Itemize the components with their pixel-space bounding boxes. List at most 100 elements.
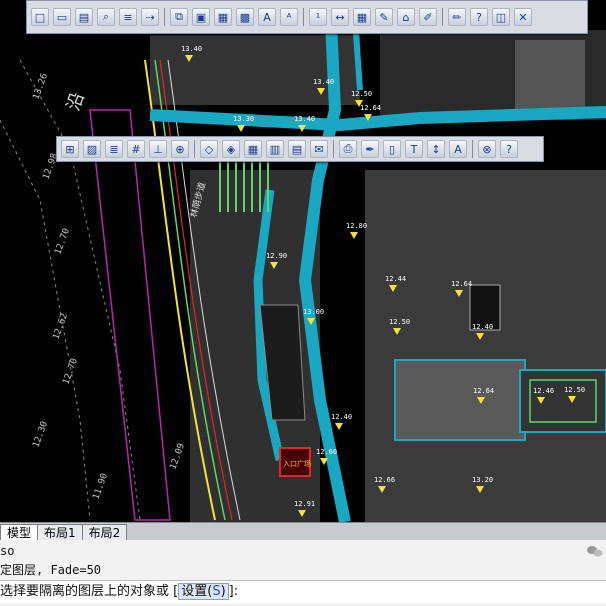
- svg-text:12.40: 12.40: [331, 413, 352, 421]
- option-settings-label: 设置: [181, 584, 208, 599]
- svg-text:12.50: 12.50: [389, 318, 410, 326]
- annotation-icon[interactable]: ✎: [375, 8, 393, 26]
- command-prompt[interactable]: 选择要隔离的图层上的对象或 [设置(S)]:: [0, 580, 606, 603]
- layer-icon[interactable]: ≡: [119, 8, 137, 26]
- rows-icon[interactable]: ▤: [288, 140, 306, 158]
- standard-toolbar: □ ▭ ▤ ⌕ ≡ ⇢ ⧉ ▣ ▦ ▩ Aᴬ ¹ ↔ ▦ ✎ ⌂ ✐ ✏? ◫ ✕: [26, 0, 588, 34]
- height-icon[interactable]: ↕: [427, 140, 445, 158]
- font-a-icon[interactable]: A: [449, 140, 467, 158]
- option-settings[interactable]: 设置(S): [178, 583, 229, 600]
- command-history-line: 定图层, Fade=50: [0, 563, 102, 577]
- prompt-text: 选择要隔离的图层上的对象或 [: [0, 584, 179, 599]
- toolbar-separator: [333, 140, 334, 158]
- toolbar-separator: [472, 140, 473, 158]
- tab-model[interactable]: 模型: [0, 524, 39, 541]
- window-icon[interactable]: ◫: [492, 8, 510, 26]
- contour-label: 11.90: [91, 472, 110, 501]
- snap-icon[interactable]: ⊞: [61, 140, 79, 158]
- drawing-viewport[interactable]: 入口广场 沿 林荫步道 13.26 12.98 12.70 12.62 12.0…: [0, 0, 606, 522]
- toolbar-separator: [164, 8, 165, 26]
- svg-text:13.40: 13.40: [294, 115, 315, 123]
- svg-text:12.66: 12.66: [374, 476, 395, 484]
- svg-text:13.30: 13.30: [233, 115, 254, 123]
- layout-tabs: 模型 布局1 布局2: [0, 522, 606, 541]
- prompt-end: ]:: [228, 584, 239, 599]
- hatch-icon[interactable]: ▨: [83, 140, 101, 158]
- style-icon[interactable]: ¹: [309, 8, 327, 26]
- option-settings-key: S: [212, 584, 221, 599]
- elevation-marker: 12.80: [346, 222, 367, 239]
- command-window: so 定图层, Fade=50 选择要隔离的图层上的对象或 [设置(S)]:: [0, 540, 606, 606]
- cad-drawing[interactable]: 入口广场 沿 林荫步道 13.26 12.98 12.70 12.62 12.0…: [0, 0, 606, 522]
- contour-label: 12.09: [168, 442, 187, 471]
- contour-label: 12.62: [51, 312, 70, 341]
- contour-label: 12.70: [53, 227, 72, 256]
- layer-stack-icon[interactable]: ≣: [105, 140, 123, 158]
- svg-text:12.60: 12.60: [316, 448, 337, 456]
- entrance-box-label: 入口广场: [283, 459, 311, 468]
- elevation-marker: 12.40: [331, 413, 352, 430]
- font-icon[interactable]: ᴬ: [280, 8, 298, 26]
- text-size-icon[interactable]: T: [405, 140, 423, 158]
- dimension-icon[interactable]: ↔: [331, 8, 349, 26]
- svg-text:12.90: 12.90: [266, 252, 287, 260]
- svg-text:12.50: 12.50: [564, 386, 585, 394]
- table-icon[interactable]: ▦: [244, 140, 262, 158]
- table-icon[interactable]: ▦: [353, 8, 371, 26]
- paste-icon[interactable]: ▣: [192, 8, 210, 26]
- columns-icon[interactable]: ▥: [266, 140, 284, 158]
- parking-stalls: [219, 160, 269, 212]
- svg-text:13.40: 13.40: [313, 78, 334, 86]
- svg-text:12.80: 12.80: [346, 222, 367, 230]
- toolbar-separator: [303, 8, 304, 26]
- svg-text:12.64: 12.64: [451, 280, 472, 288]
- boundary-magenta: [89, 109, 171, 521]
- new-icon[interactable]: □: [31, 8, 49, 26]
- osnap-icon[interactable]: ◇: [200, 140, 218, 158]
- svg-text:12.40: 12.40: [472, 323, 493, 331]
- pen-icon[interactable]: ✒: [361, 140, 379, 158]
- svg-text:12.46: 12.46: [533, 387, 554, 395]
- svg-text:12.44: 12.44: [385, 275, 406, 283]
- toolbar-separator: [442, 8, 443, 26]
- properties-icon[interactable]: ▦: [214, 8, 232, 26]
- otrack-icon[interactable]: ◈: [222, 140, 240, 158]
- watermark-logo: [587, 546, 603, 557]
- contour-label: 12.30: [31, 420, 50, 449]
- block-icon[interactable]: ▩: [236, 8, 254, 26]
- print-icon[interactable]: ⎙: [339, 140, 357, 158]
- draw-icon[interactable]: ✐: [419, 8, 437, 26]
- text-icon[interactable]: A: [258, 8, 276, 26]
- command-history-line: so: [0, 544, 15, 558]
- close-icon[interactable]: ✕: [514, 8, 532, 26]
- copy-icon[interactable]: ⧉: [170, 8, 188, 26]
- plaza: [394, 359, 526, 441]
- contour-label: 12.70: [61, 357, 80, 386]
- floating-toolbar: ⊞ ▨ ≣ # ⊥ ⊕ ◇ ◈ ▦ ▥ ▤ ✉ ⎙ ✒ ▯ T ↕ A ⊗?: [56, 136, 544, 162]
- tab-layout2[interactable]: 布局2: [81, 524, 128, 541]
- svg-text:12.91: 12.91: [294, 500, 315, 508]
- open-icon[interactable]: ▭: [53, 8, 71, 26]
- parking-block: [515, 40, 585, 110]
- edit-icon[interactable]: ✏: [448, 8, 466, 26]
- match-icon[interactable]: ⇢: [141, 8, 159, 26]
- cyan-walkway: [149, 106, 606, 132]
- plot-icon[interactable]: ▤: [75, 8, 93, 26]
- svg-text:13.20: 13.20: [472, 476, 493, 484]
- hatch-region-main: [365, 170, 606, 522]
- house-icon[interactable]: ⌂: [397, 8, 415, 26]
- preview-icon[interactable]: ⌕: [97, 8, 115, 26]
- road-name-char: 沿: [63, 90, 89, 114]
- help-icon[interactable]: ?: [500, 140, 518, 158]
- xref-icon[interactable]: ⊗: [478, 140, 496, 158]
- ortho-icon[interactable]: ⊥: [149, 140, 167, 158]
- contour-line: [19, 59, 141, 521]
- polar-icon[interactable]: ⊕: [171, 140, 189, 158]
- envelope-icon[interactable]: ✉: [310, 140, 328, 158]
- option-key-close: ): [220, 584, 226, 599]
- book-icon[interactable]: ▯: [383, 140, 401, 158]
- grid-icon[interactable]: #: [127, 140, 145, 158]
- toolbar-separator: [194, 140, 195, 158]
- help-icon[interactable]: ?: [470, 8, 488, 26]
- tab-layout1[interactable]: 布局1: [37, 524, 83, 541]
